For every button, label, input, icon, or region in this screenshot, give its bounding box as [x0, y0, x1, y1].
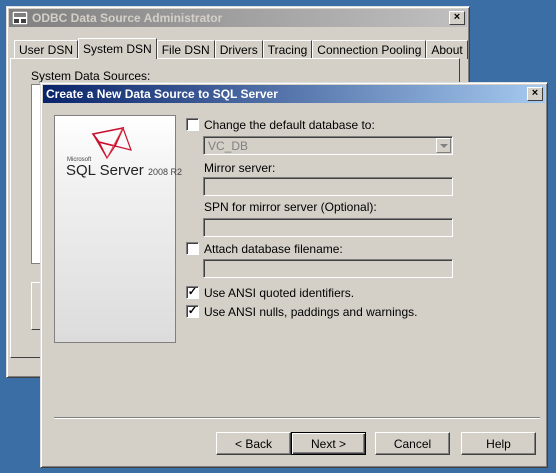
- tab-connection-pooling[interactable]: Connection Pooling: [312, 40, 427, 59]
- change-default-db-label: Change the default database to:: [204, 118, 375, 132]
- odbc-title-bar[interactable]: ODBC Data Source Administrator ×: [9, 9, 467, 27]
- attach-db-input[interactable]: [203, 259, 453, 278]
- mirror-server-label: Mirror server:: [204, 161, 276, 175]
- spn-mirror-label: SPN for mirror server (Optional):: [204, 200, 377, 214]
- odbc-close-button[interactable]: ×: [449, 11, 465, 25]
- ansi-quoted-checkbox[interactable]: ✓: [186, 286, 199, 299]
- tab-about[interactable]: About: [426, 40, 468, 59]
- create-dsn-close-button[interactable]: ×: [527, 87, 543, 101]
- chevron-down-icon[interactable]: [436, 138, 451, 153]
- attach-db-label: Attach database filename:: [204, 242, 343, 256]
- logo-product-name: SQL Server: [66, 162, 144, 179]
- logo-product-text: SQL Server 2008 R2: [66, 162, 182, 179]
- attach-db-checkbox[interactable]: [186, 242, 199, 255]
- sql-server-logo-panel: Microsoft SQL Server 2008 R2: [54, 115, 182, 343]
- default-database-select[interactable]: VC_DB: [203, 136, 453, 155]
- change-default-db-checkbox[interactable]: [186, 118, 199, 131]
- system-data-sources-label: System Data Sources:: [31, 69, 151, 83]
- ansi-quoted-label: Use ANSI quoted identifiers.: [204, 286, 355, 300]
- mirror-server-input[interactable]: [203, 177, 453, 196]
- odbc-tab-strip: User DSN System DSN File DSN Drivers Tra…: [14, 38, 468, 59]
- default-database-value: VC_DB: [208, 139, 249, 153]
- button-separator: [54, 417, 540, 419]
- help-button[interactable]: Help: [461, 432, 536, 455]
- tab-drivers[interactable]: Drivers: [214, 40, 263, 59]
- tab-system-dsn[interactable]: System DSN: [78, 38, 157, 59]
- odbc-window-title: ODBC Data Source Administrator: [32, 11, 223, 25]
- tab-user-dsn[interactable]: User DSN: [14, 40, 79, 59]
- ansi-nulls-checkbox[interactable]: ✓: [186, 305, 199, 318]
- next-button[interactable]: Next >: [291, 432, 366, 455]
- odbc-app-icon: [12, 11, 28, 25]
- create-dsn-title: Create a New Data Source to SQL Server: [46, 87, 278, 101]
- back-button[interactable]: < Back: [216, 432, 291, 455]
- logo-version: 2008 R2: [147, 167, 183, 177]
- tab-file-dsn[interactable]: File DSN: [156, 40, 215, 59]
- spn-mirror-input[interactable]: [203, 218, 453, 237]
- tab-tracing[interactable]: Tracing: [262, 40, 313, 59]
- ansi-nulls-label: Use ANSI nulls, paddings and warnings.: [204, 305, 418, 319]
- create-dsn-title-bar[interactable]: Create a New Data Source to SQL Server ×: [43, 85, 545, 103]
- cancel-button[interactable]: Cancel: [375, 432, 450, 455]
